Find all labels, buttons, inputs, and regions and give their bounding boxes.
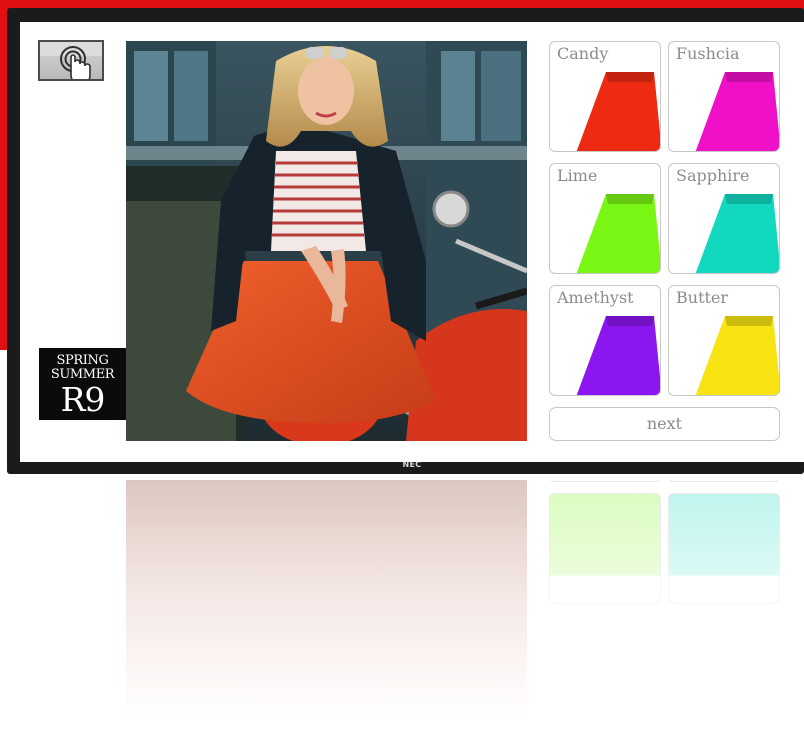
next-button[interactable]: next: [549, 407, 780, 441]
skirt-candy-icon: [576, 72, 660, 151]
kiosk-screen: SPRING SUMMER R9 Candy Fushcia Lime Sapp…: [20, 22, 804, 462]
swatch-label-candy: Candy: [557, 44, 609, 63]
model-photo: [126, 41, 527, 441]
swatch-amethyst[interactable]: Amethyst: [549, 285, 661, 396]
season-code: R9: [60, 380, 106, 419]
skirt-lime-icon: [576, 194, 660, 273]
swatch-label-butter: Butter: [676, 288, 729, 307]
swatch-label-lime: Lime: [557, 166, 598, 185]
skirt-fushcia-icon: [695, 72, 779, 151]
season-badge: SPRING SUMMER R9: [39, 348, 126, 420]
reflection-fade: [0, 480, 804, 745]
swatch-fushcia[interactable]: Fushcia: [668, 41, 780, 152]
skirt-amethyst-icon: [576, 316, 660, 395]
swatch-butter[interactable]: Butter: [668, 285, 780, 396]
swatch-lime[interactable]: Lime: [549, 163, 661, 274]
season-line-spring: SPRING: [56, 353, 109, 368]
skirt-butter-icon: [695, 316, 779, 395]
swatch-label-fushcia: Fushcia: [676, 44, 740, 63]
swatch-label-sapphire: Sapphire: [676, 166, 750, 185]
swatch-sapphire[interactable]: Sapphire: [668, 163, 780, 274]
skirt-sapphire-icon: [695, 194, 779, 273]
touch-hand-icon[interactable]: [38, 40, 104, 81]
swatch-candy[interactable]: Candy: [549, 41, 661, 152]
swatch-label-amethyst: Amethyst: [557, 288, 634, 307]
